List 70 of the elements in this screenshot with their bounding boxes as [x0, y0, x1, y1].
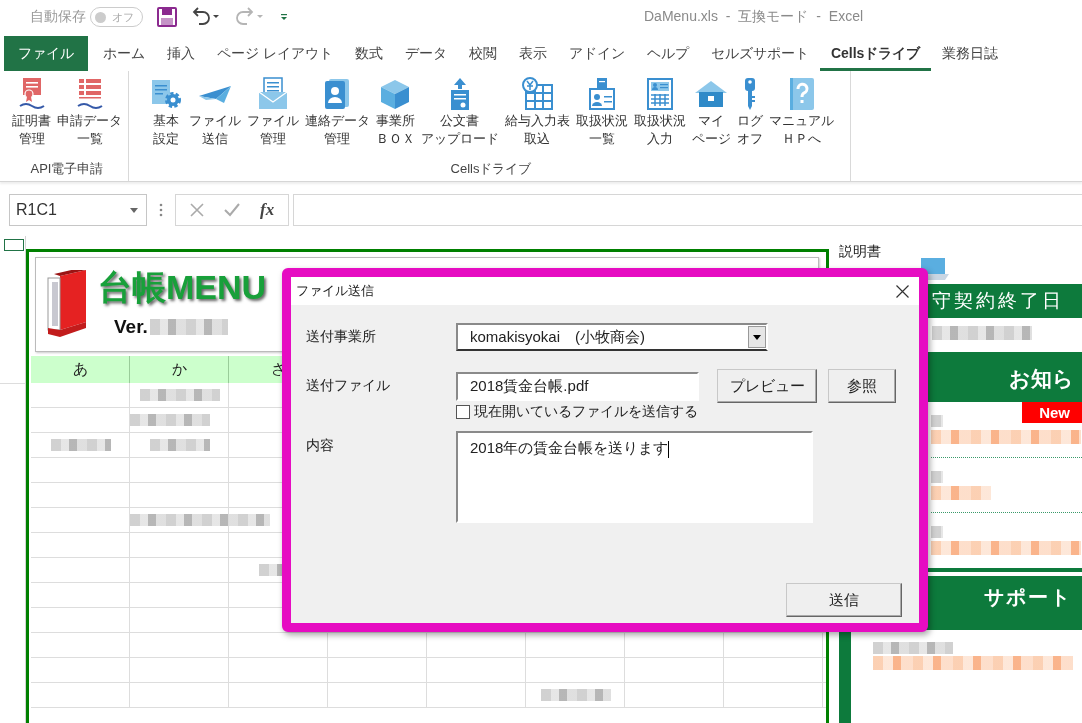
- ribbon-button[interactable]: 公文書 アップロード: [417, 77, 502, 148]
- redaction-block: [931, 470, 943, 483]
- save-icon[interactable]: [157, 7, 177, 27]
- ribbon-button[interactable]: 取扱状況 入力: [630, 77, 689, 148]
- insert-function-button[interactable]: fx: [260, 200, 275, 220]
- office-dropdown[interactable]: komakisyokai (小牧商会): [456, 323, 768, 351]
- ribbon-tab[interactable]: ページ レイアウト: [206, 36, 344, 71]
- name-box[interactable]: R1C1: [9, 194, 147, 226]
- ribbon-button[interactable]: 取扱状況 一覧: [572, 77, 631, 148]
- ribbon-tab[interactable]: 業務日誌: [931, 36, 1010, 71]
- file-field[interactable]: 2018賃金台帳.pdf: [456, 371, 699, 401]
- preview-button[interactable]: プレビュー: [717, 369, 817, 403]
- ribbon-button[interactable]: マイ ページ: [688, 77, 734, 148]
- column-header: あ: [31, 356, 130, 383]
- window-title: DaMenu.xls - 互換モード - Excel: [644, 8, 864, 26]
- dialog-title: ファイル送信: [296, 282, 374, 300]
- redaction-block: [931, 485, 991, 500]
- redaction-block: [50, 438, 111, 451]
- autosave-label: 自動保存: [30, 8, 86, 26]
- ribbon-button[interactable]: 証明書 管理: [9, 77, 54, 148]
- column-header: か: [130, 356, 229, 383]
- redaction-block: [149, 438, 210, 451]
- ribbon-tab[interactable]: ファイル: [4, 36, 88, 71]
- send-button[interactable]: 送信: [786, 583, 902, 617]
- browse-button[interactable]: 参照: [828, 369, 896, 403]
- field-label: 内容: [306, 437, 334, 453]
- ribbon-button[interactable]: 基本 設定: [145, 77, 186, 148]
- caret-icon[interactable]: [753, 334, 761, 340]
- ribbon-tab[interactable]: 数式: [343, 36, 394, 71]
- ribbon-button[interactable]: ファイル 管理: [243, 77, 302, 148]
- yen-table-icon: [520, 77, 554, 111]
- corner-cell[interactable]: [4, 239, 24, 251]
- menu-title: 台帳MENU: [98, 268, 267, 306]
- ribbon-tab[interactable]: ホーム: [92, 36, 156, 71]
- message-field[interactable]: 2018年の賃金台帳を送ります: [456, 431, 813, 523]
- formula-field[interactable]: [293, 194, 1082, 226]
- field-label: 送付事業所: [306, 328, 376, 344]
- ribbon-tab[interactable]: 挿入: [156, 36, 206, 71]
- ribbon-tab[interactable]: Cellsドライブ: [819, 36, 932, 71]
- check-icon[interactable]: [224, 203, 240, 217]
- ribbon-button[interactable]: 給与入力表 取込: [501, 77, 573, 148]
- checkbox[interactable]: [456, 405, 470, 419]
- key-icon: [743, 77, 756, 111]
- redaction-block: [540, 688, 611, 701]
- dropdown-button[interactable]: [748, 326, 766, 348]
- group-label: API電子申請: [30, 160, 104, 178]
- ribbon-tab[interactable]: ヘルプ: [635, 36, 700, 71]
- ribbon-tab[interactable]: 校閲: [457, 36, 508, 71]
- group-label: Cellsドライブ: [450, 160, 532, 178]
- manual-label: 説明書: [839, 243, 881, 261]
- ribbon-button[interactable]: ログ オフ: [733, 77, 766, 148]
- ribbon-tab[interactable]: アドイン: [557, 36, 636, 71]
- cube-icon: [378, 77, 412, 111]
- customize-caret-icon[interactable]: [279, 12, 289, 22]
- version-label: Ver.: [114, 316, 148, 338]
- ribbon-button[interactable]: 申請データ 一覧: [54, 77, 125, 148]
- ribbon-button[interactable]: ファイル 送信: [185, 77, 244, 148]
- ribbon-button[interactable]: マニュアル ＨＰへ: [765, 77, 837, 148]
- undo-icon[interactable]: [191, 6, 221, 28]
- redaction-block: [931, 414, 943, 427]
- ribbon-button[interactable]: 連絡データ 管理: [301, 77, 373, 148]
- ribbon-button[interactable]: 事業所 ＢＯＸ: [372, 77, 418, 148]
- vertical-dots-icon: [159, 203, 163, 217]
- close-icon[interactable]: [896, 284, 909, 298]
- checkbox-label: 現在開いているファイルを送信する: [474, 403, 698, 421]
- redaction-block: [931, 526, 943, 539]
- new-badge: New: [1022, 402, 1082, 423]
- ribbon-tab[interactable]: データ: [393, 36, 458, 71]
- ribbon-tab[interactable]: 表示: [507, 36, 558, 71]
- ribbon-tab[interactable]: セルズサポート: [699, 36, 820, 71]
